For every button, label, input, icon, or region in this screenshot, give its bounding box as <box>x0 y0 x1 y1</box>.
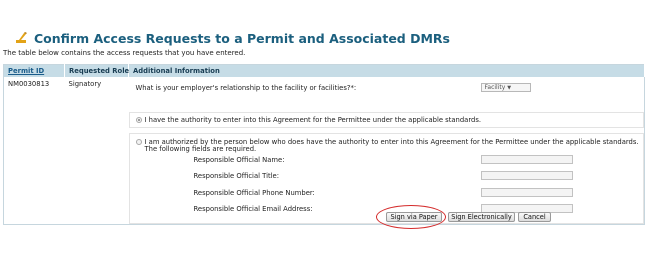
column-header-permit-id[interactable]: Permit ID <box>3 64 65 77</box>
sign-electronically-button[interactable]: Sign Electronically <box>448 212 515 222</box>
official-title-input[interactable] <box>480 171 573 180</box>
chevron-down-icon: ▼ <box>507 85 512 91</box>
cancel-button[interactable]: Cancel <box>518 212 551 222</box>
official-phone-input[interactable] <box>480 188 573 197</box>
select-value: Facility <box>484 84 506 91</box>
option-authority-box: I have the authority to enter into this … <box>128 112 644 128</box>
access-requests-table: Permit ID Requested Role Additional Info… <box>3 64 645 225</box>
employer-relationship-question: What is your employer's relationship to … <box>135 84 357 92</box>
required-fields-note: The following fields are required. <box>144 145 257 153</box>
option-authority-radio[interactable] <box>135 117 142 123</box>
official-name-input[interactable] <box>480 155 573 164</box>
permit-id-cell: NM0030813 <box>8 80 50 88</box>
official-title-label: Responsible Official Title: <box>193 172 280 180</box>
page-subtitle: The table below contains the access requ… <box>3 49 246 57</box>
additional-info-cell: What is your employer's relationship to … <box>128 77 645 224</box>
sign-via-paper-button[interactable]: Sign via Paper <box>386 212 442 222</box>
page-title: Confirm Access Requests to a Permit and … <box>34 30 450 46</box>
table-header-row: Permit ID Requested Role Additional Info… <box>3 64 645 77</box>
column-header-requested-role: Requested Role <box>64 64 129 77</box>
column-header-additional-info: Additional Information <box>128 64 645 77</box>
page-title-area: Confirm Access Requests to a Permit and … <box>15 30 450 46</box>
option-authorized-by-radio[interactable] <box>135 139 142 145</box>
official-email-label: Responsible Official Email Address: <box>193 205 313 213</box>
employer-relationship-select[interactable]: Facility ▼ <box>480 83 531 92</box>
official-name-label: Responsible Official Name: <box>193 156 285 164</box>
option-authorized-by-box: I am authorized by the person below who … <box>128 133 644 224</box>
official-phone-label: Responsible Official Phone Number: <box>193 189 315 197</box>
requested-role-cell: Signatory <box>68 80 102 88</box>
option-authority-label: I have the authority to enter into this … <box>144 116 482 124</box>
permit-id-sort-link[interactable]: Permit ID <box>8 67 44 75</box>
table-row: NM0030813 Signatory What is your employe… <box>4 77 645 225</box>
signature-pen-icon <box>16 32 27 43</box>
